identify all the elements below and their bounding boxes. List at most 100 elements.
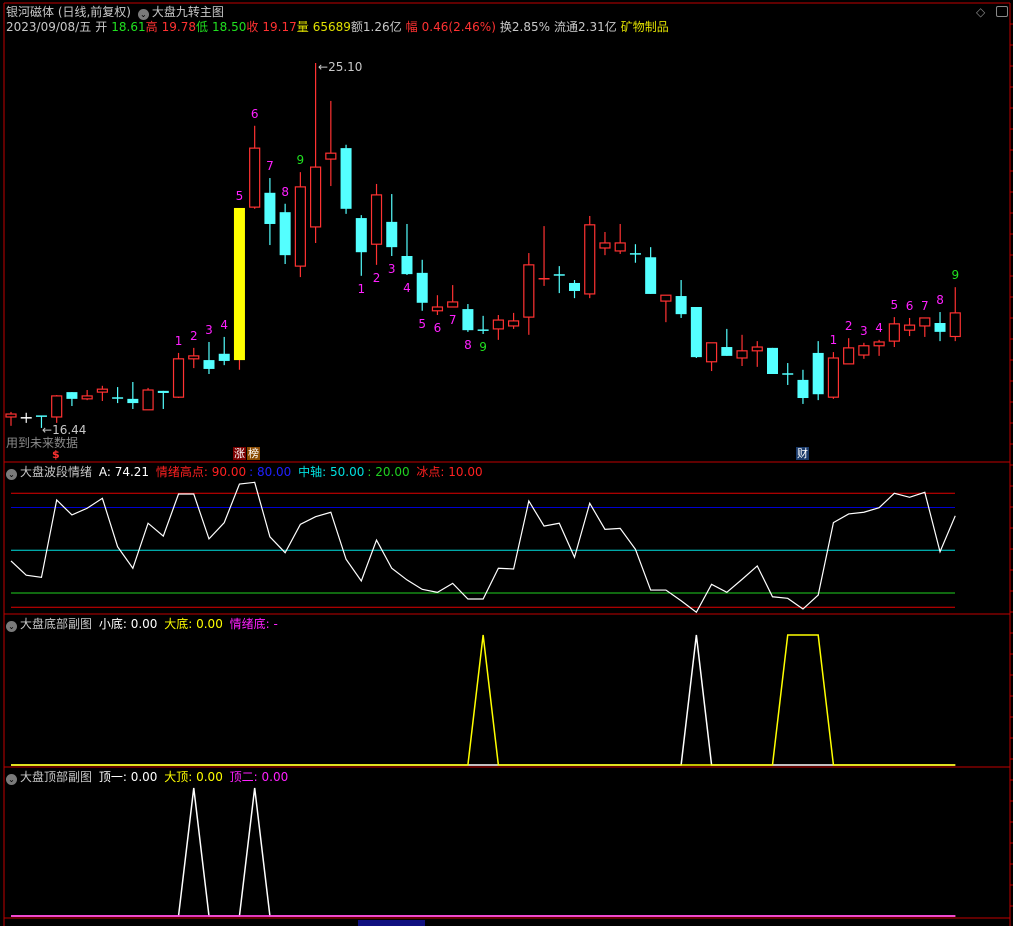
nine-turn-label: 9 [951,268,959,282]
cai-tag[interactable]: 财 [796,447,809,460]
bottom-indicator-chart [11,634,956,766]
candle-body-up [827,357,840,398]
top-two-value: 顶二: 0.00 [229,770,289,784]
candle-body-up [949,312,961,338]
info-item: 高 [145,20,158,34]
eighty-value: : 80.00 [249,465,292,479]
diamond-icon[interactable]: ◇ [976,5,985,19]
info-item: 低 [195,20,208,34]
chevron-down-icon[interactable]: ⌄ [6,469,17,480]
info-item: 流通2.31亿 [554,20,617,34]
nine-turn-label: 1 [357,282,365,296]
quote-info-row: 2023/09/08/五开 18.61高 19.78低 18.50收 19.17量 656… [6,20,673,34]
candle-body-down [812,352,824,395]
candle-body-up [873,341,885,347]
candle-body-up [843,347,855,365]
nine-turn-label: 4 [220,318,228,332]
info-item: 量 [296,20,309,34]
indicator-name[interactable]: 大盘九转主图 [152,5,224,19]
nine-turn-label: 9 [297,153,305,167]
big-bottom-value: 大底: 0.00 [164,617,223,631]
top-panel-header: ⌄ 大盘顶部副图 顶一: 0.00 大顶: 0.00 顶二: 0.00 [6,770,291,785]
chevron-down-icon[interactable]: ⌄ [6,621,17,632]
title-row: 银河磁体 (日线,前复权) ⌄ 大盘九转主图 [6,5,227,20]
candle-body-up [325,152,337,160]
candle-body-up [5,413,17,418]
top-one-value: 顶一: 0.00 [98,770,158,784]
candle-body-up [96,388,108,393]
emotion-panel-header: ⌄ 大盘波段情绪 A: 74.21 情绪高点: 90.00: 80.00 中轴: … [6,465,486,480]
candle-body-down [279,212,291,256]
candle-body-down [218,353,230,361]
candle-body-down [797,379,809,399]
nine-turn-label: 1 [830,333,838,347]
candle-body-down [569,282,581,291]
nine-turn-label: 6 [251,107,259,121]
candle-body-up [705,342,718,363]
info-item: 换2.85% [499,20,550,34]
candle-body-down [66,392,78,399]
candle-body-down [203,360,215,369]
candle-body-up [142,389,154,411]
high-marker-value: 25.10 [328,60,363,74]
candle-body-down [690,306,702,358]
info-item: 收 [246,20,259,34]
bang-tag[interactable]: 榜 [247,447,260,460]
candle-body-up [888,323,900,342]
info-item: 0.46(2.46%) [421,20,496,34]
date-cursor-box [358,920,425,926]
nine-turn-label: 2 [845,319,853,333]
candle-body-down [645,257,657,294]
candle-body-up [919,317,931,327]
chevron-down-icon[interactable]: ⌄ [6,774,17,785]
candle-body-up [751,346,763,352]
nine-turn-label: 2 [373,271,381,285]
nine-turn-label: 3 [388,262,396,276]
nine-turn-label: 5 [418,317,426,331]
nine-turn-label: 6 [434,321,442,335]
candle-body-up [294,186,306,267]
info-item: 18.61 [111,20,146,34]
nine-turn-label: 7 [921,299,929,313]
candle-body-down [264,192,276,224]
panel-title[interactable]: 大盘顶部副图 [20,770,92,784]
small-bottom-value: 小底: 0.00 [98,617,158,631]
bottom-panel-header: ⌄ 大盘底部副图 小底: 0.00 大底: 0.00 情绪底: - [6,617,281,632]
candle-body-up [584,224,596,295]
nine-turn-label: 6 [906,299,914,313]
emotion-bottom-value: 情绪底: - [229,617,278,631]
info-item: 18.50 [211,20,247,34]
nine-turn-label: 5 [891,298,899,312]
restore-window-icon[interactable] [996,6,1008,17]
candle-body-up [447,301,459,308]
nine-turn-label: 8 [464,338,472,352]
nine-turn-label: 3 [860,324,868,338]
emotion-indicator-chart [10,481,956,614]
nine-turn-label: 3 [205,323,213,337]
signal-line-顶一 [11,787,956,917]
candle-body-up [249,147,261,208]
panel-title[interactable]: 大盘底部副图 [20,617,92,631]
nine-turn-label: 1 [175,334,183,348]
candle-body-up [614,242,626,252]
panel-title[interactable]: 大盘波段情绪 [20,465,92,479]
candle-body-down [401,256,413,275]
nine-turn-label: 9 [479,340,487,354]
signal-line-小底 [11,634,956,766]
low-marker: ←16.44 [42,423,87,437]
candle-body-up [172,358,185,398]
candle-body-up [507,320,520,327]
zhang-tag[interactable]: 涨 [233,447,246,460]
info-item: 2023/09/08/五 [6,20,92,34]
candle-body-up [736,350,748,359]
chevron-down-icon[interactable]: ⌄ [137,9,149,20]
main-candlestick-chart: 1 2 3 45678912345 678 9 12 3 45 6 7 89 [5,63,961,428]
info-item: 开 [95,20,108,34]
candle-body-up [599,242,611,249]
candle-body-down [386,221,398,248]
top-indicator-chart [11,787,956,917]
info-item: 幅 [405,20,418,34]
chart-canvas[interactable]: 1 2 3 45678912345 678 9 12 3 45 6 7 89 [0,0,1013,926]
dollar-tag[interactable]: $ [52,448,60,461]
nine-turn-label: 7 [266,159,274,173]
